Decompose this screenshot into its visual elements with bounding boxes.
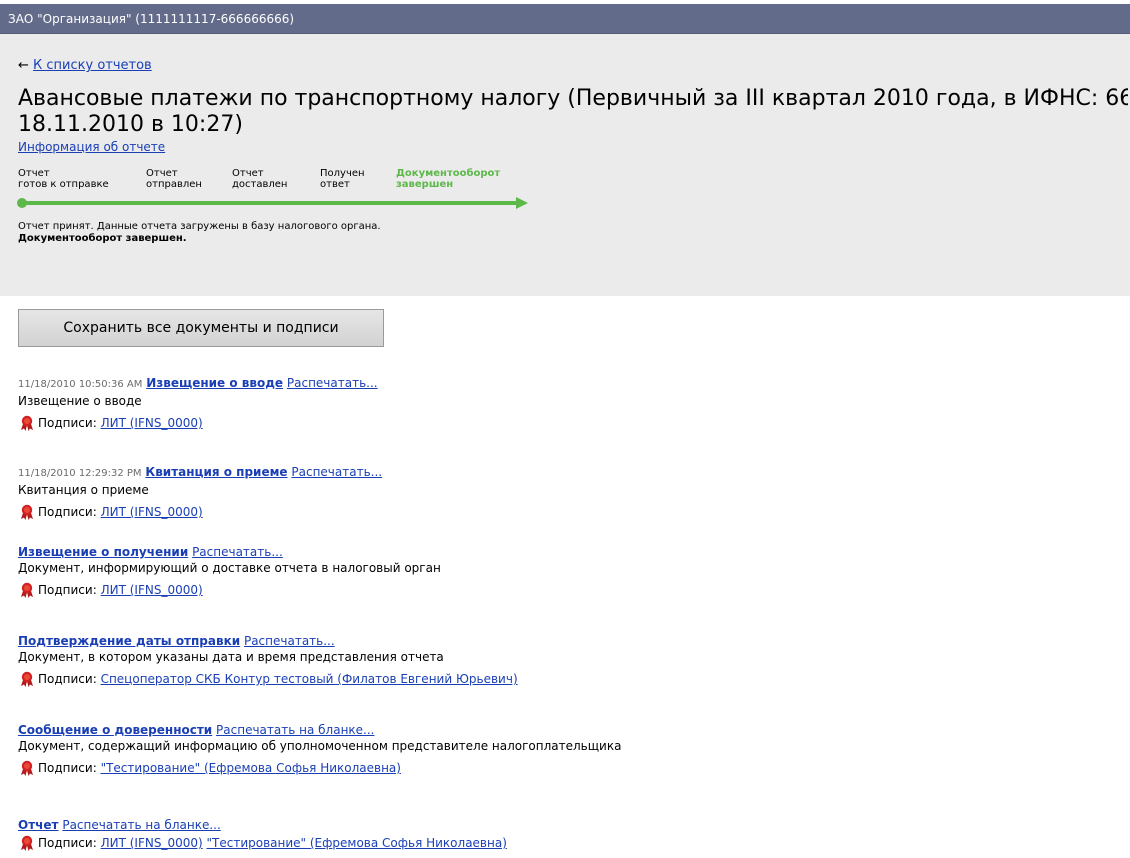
signatures-label: Подписи: <box>38 505 97 519</box>
print-link[interactable]: Распечатать... <box>287 376 378 390</box>
print-link[interactable]: Распечатать... <box>291 465 382 479</box>
document-timestamp: 11/18/2010 10:50:36 AM <box>18 379 143 390</box>
print-link[interactable]: Распечатать на бланке... <box>62 818 220 832</box>
signatures-label: Подписи: <box>38 672 97 686</box>
stage-delivered: Отчет доставлен <box>232 168 287 190</box>
progress-track <box>20 201 518 205</box>
document-title-link[interactable]: Сообщение о доверенности <box>18 723 212 737</box>
document-title-link[interactable]: Квитанция о приеме <box>145 465 287 479</box>
signer-link[interactable]: ЛИТ (IFNS_0000) <box>101 416 203 430</box>
document-item: 11/18/2010 12:29:32 PM Квитанция о прием… <box>18 465 382 520</box>
print-link[interactable]: Распечатать... <box>244 634 335 648</box>
signer-link[interactable]: ЛИТ (IFNS_0000) <box>101 583 203 597</box>
stage-label: отправлен <box>146 179 202 190</box>
document-description: Извещение о вводе <box>18 394 142 408</box>
document-description: Документ, в котором указаны дата и время… <box>18 650 444 664</box>
signature-seal-icon <box>21 504 33 520</box>
signer-link[interactable]: Спецоператор СКБ Контур тестовый (Филато… <box>101 672 518 686</box>
stage-completed: Документооборот завершен <box>396 168 500 190</box>
report-title-line-1: Авансовые платежи по транспортному налог… <box>18 86 1128 111</box>
save-all-documents-button[interactable]: Сохранить все документы и подписи <box>18 309 384 347</box>
signatures-label: Подписи: <box>38 583 97 597</box>
signatures-label: Подписи: <box>38 761 97 775</box>
signature-seal-icon <box>21 415 33 431</box>
document-description: Документ, содержащий информацию об уполн… <box>18 739 622 753</box>
back-navigation: ← К списку отчетов <box>18 58 152 73</box>
document-item: 11/18/2010 10:50:36 AM Извещение о вводе… <box>18 376 378 431</box>
document-title-link[interactable]: Подтверждение даты отправки <box>18 634 240 648</box>
top-gap <box>0 0 1130 4</box>
document-description: Документ, информирующий о доставке отчет… <box>18 561 441 575</box>
stage-sent: Отчет отправлен <box>146 168 202 190</box>
stage-ready: Отчет готов к отправке <box>18 168 109 190</box>
organization-title: ЗАО "Организация" (1111111117-666666666) <box>8 12 295 26</box>
print-link[interactable]: Распечатать на бланке... <box>216 723 374 737</box>
signer-link[interactable]: ЛИТ (IFNS_0000) <box>101 505 203 519</box>
signature-seal-icon <box>21 835 33 851</box>
stage-label: Отчет <box>232 168 264 179</box>
document-title-link[interactable]: Отчет <box>18 818 59 832</box>
document-item: Извещение о получении Распечатать... Док… <box>18 545 441 598</box>
signatures-row: Подписи: ЛИТ (IFNS_0000) "Тестирование" … <box>18 835 507 851</box>
signatures-label: Подписи: <box>38 416 97 430</box>
signatures-row: Подписи: "Тестирование" (Ефремова Софья … <box>18 760 621 776</box>
stage-label: Отчет <box>18 168 50 179</box>
stage-label: готов к отправке <box>18 179 109 190</box>
document-item: Подтверждение даты отправки Распечатать.… <box>18 634 518 687</box>
signatures-row: Подписи: ЛИТ (IFNS_0000) <box>18 504 382 520</box>
document-title-link[interactable]: Извещение о вводе <box>146 376 283 390</box>
document-item: Отчет Распечатать на бланке... Подписи: … <box>18 818 507 851</box>
back-arrow-icon: ← <box>18 58 29 73</box>
signer-link[interactable]: "Тестирование" (Ефремова Софья Николаевн… <box>207 836 507 850</box>
report-header: ← К списку отчетов Авансовые платежи по … <box>0 34 1130 296</box>
signatures-row: Подписи: Спецоператор СКБ Контур тестовы… <box>18 671 518 687</box>
signature-seal-icon <box>21 760 33 776</box>
signer-link[interactable]: ЛИТ (IFNS_0000) <box>101 836 203 850</box>
report-info-link[interactable]: Информация об отчете <box>18 140 165 154</box>
stage-label: Получен <box>320 168 365 179</box>
report-title-line-2: 18.11.2010 в 10:27) <box>18 112 243 137</box>
stage-label: ответ <box>320 179 350 190</box>
stage-label: Отчет <box>146 168 178 179</box>
status-message: Отчет принят. Данные отчета загружены в … <box>18 221 381 232</box>
document-timestamp: 11/18/2010 12:29:32 PM <box>18 468 142 479</box>
stage-label: Документооборот <box>396 168 501 179</box>
document-item: Сообщение о доверенности Распечатать на … <box>18 723 622 776</box>
signatures-label: Подписи: <box>38 836 97 850</box>
stage-label: завершен <box>396 179 454 190</box>
document-description: Квитанция о приеме <box>18 483 149 497</box>
document-title-link[interactable]: Извещение о получении <box>18 545 188 559</box>
back-to-reports-link[interactable]: К списку отчетов <box>33 58 152 73</box>
signer-link[interactable]: "Тестирование" (Ефремова Софья Николаевн… <box>101 761 401 775</box>
print-link[interactable]: Распечатать... <box>192 545 283 559</box>
status-final: Документооборот завершен. <box>18 233 187 244</box>
stage-label: доставлен <box>232 179 288 190</box>
organization-bar: ЗАО "Организация" (1111111117-666666666) <box>0 0 1130 34</box>
signature-seal-icon <box>21 582 33 598</box>
signature-seal-icon <box>21 671 33 687</box>
progress-arrow-icon <box>516 197 528 209</box>
signatures-row: Подписи: ЛИТ (IFNS_0000) <box>18 582 441 598</box>
stage-response: Получен ответ <box>320 168 365 190</box>
signatures-row: Подписи: ЛИТ (IFNS_0000) <box>18 415 378 431</box>
